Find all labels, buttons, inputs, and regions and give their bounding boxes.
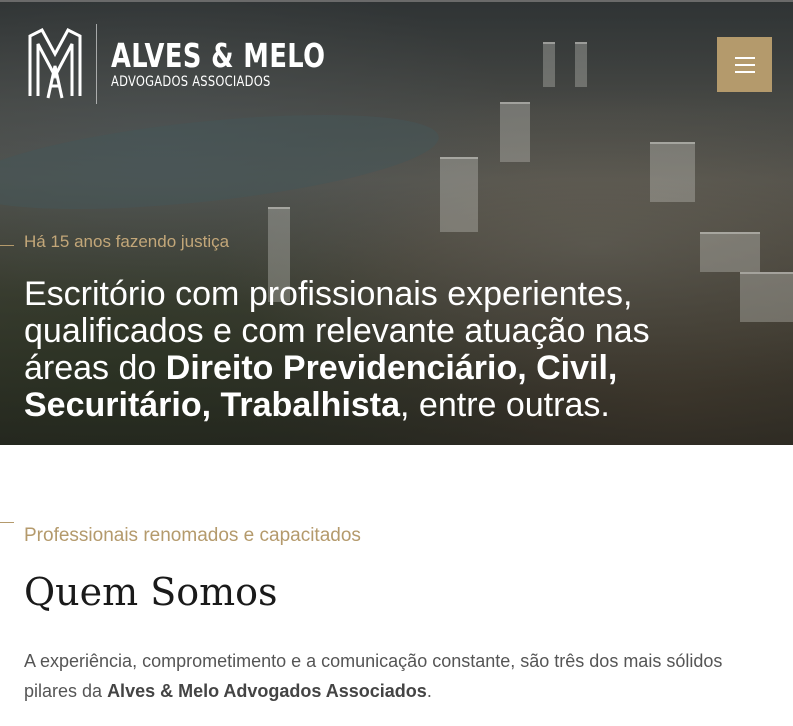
hero-banner: ALVES & MELO ADVOGADOS ASSOCIADOS Há 15 … bbox=[0, 0, 793, 445]
menu-button[interactable] bbox=[717, 37, 772, 92]
about-title: Quem Somos bbox=[24, 570, 278, 614]
hamburger-menu-icon bbox=[734, 63, 755, 66]
about-body-firm-name: Alves & Melo Advogados Associados bbox=[107, 681, 427, 701]
about-eyebrow: Professionais renomados e capacitados bbox=[24, 525, 361, 546]
hamburger-menu-icon bbox=[734, 70, 755, 73]
about-body: A experiência, comprometimento e a comun… bbox=[24, 646, 764, 706]
about-eyebrow-line bbox=[0, 522, 14, 523]
logo-monogram-icon bbox=[28, 28, 82, 99]
site-logo[interactable]: ALVES & MELO ADVOGADOS ASSOCIADOS bbox=[26, 24, 386, 104]
hero-eyebrow: Há 15 anos fazendo justiça bbox=[24, 232, 230, 251]
logo-wordmark: ALVES & MELO ADVOGADOS ASSOCIADOS bbox=[111, 36, 386, 91]
hero-background-water bbox=[0, 97, 443, 227]
hero-heading: Escritório com profissionais experientes… bbox=[24, 276, 744, 424]
logo-divider bbox=[96, 24, 97, 104]
logo-subtitle: ADVOGADOS ASSOCIADOS bbox=[111, 74, 271, 90]
hero-eyebrow-line bbox=[0, 245, 14, 246]
logo-title: ALVES & MELO bbox=[111, 36, 326, 75]
hamburger-menu-icon bbox=[734, 56, 755, 59]
hero-heading-end: , entre outras. bbox=[400, 386, 610, 424]
about-body-end: . bbox=[426, 681, 432, 701]
